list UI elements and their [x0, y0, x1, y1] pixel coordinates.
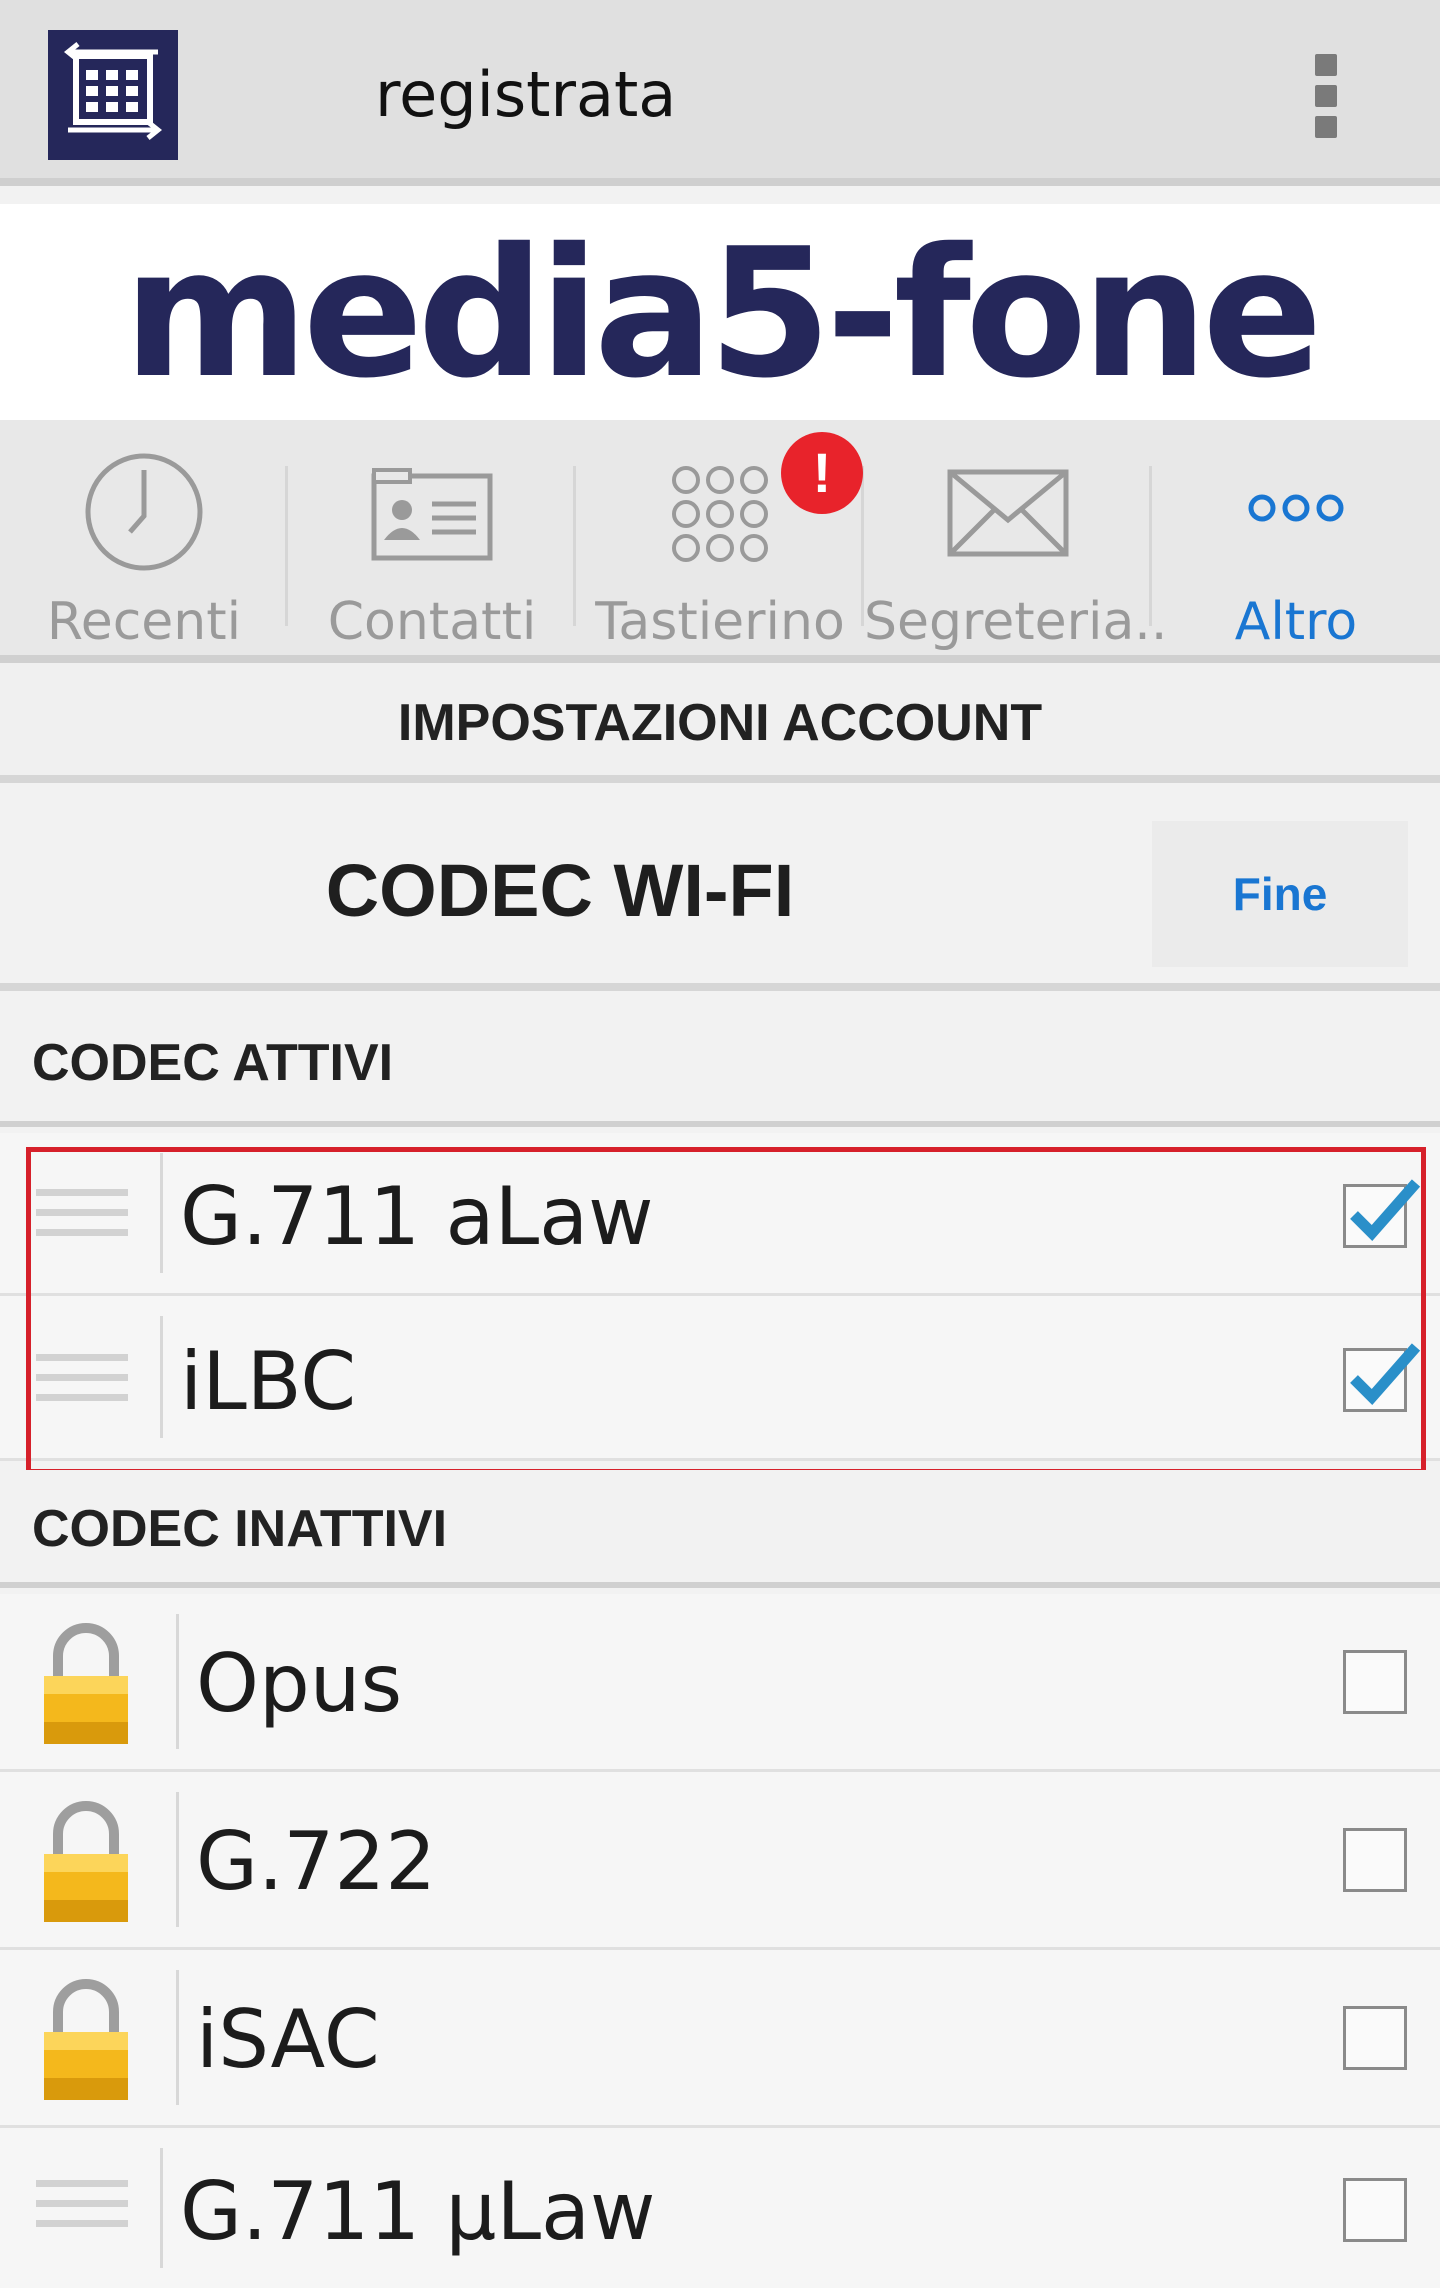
envelope-icon	[946, 468, 1070, 563]
tab-label: Tastierino	[595, 592, 845, 652]
keypad-grid-icon[interactable]	[48, 30, 178, 160]
brand-banner: media5-fone	[0, 204, 1440, 420]
codec-row-inactive[interactable]: G.711 µLaw	[0, 2128, 1440, 2288]
codec-header: CODEC WI-FI Fine	[0, 791, 1440, 991]
codec-checkbox[interactable]	[1343, 2006, 1407, 2070]
tab-altro[interactable]: Altro	[1152, 420, 1440, 655]
clock-icon	[82, 450, 206, 579]
tab-bar: Recenti Contatti Tastierino Segreteria..…	[0, 420, 1440, 663]
tab-label: Recenti	[46, 592, 242, 652]
tab-contatti[interactable]: Contatti	[288, 420, 576, 655]
divider	[160, 1316, 163, 1438]
done-button[interactable]: Fine	[1152, 821, 1408, 967]
tab-label: Segreteria..	[864, 592, 1168, 652]
account-settings-title[interactable]: IMPOSTAZIONI ACCOUNT	[0, 663, 1440, 783]
lock-icon	[38, 1618, 134, 1753]
codec-name: G.722	[196, 1815, 437, 1908]
codec-checkbox[interactable]	[1343, 2178, 1407, 2242]
divider	[176, 1970, 179, 2105]
codec-checkbox[interactable]	[1343, 1343, 1421, 1412]
page-title: CODEC WI-FI	[325, 849, 795, 932]
divider	[160, 1153, 163, 1273]
codec-name: Opus	[196, 1637, 403, 1730]
divider	[176, 1614, 179, 1749]
drag-handle-icon[interactable]	[36, 1189, 128, 1249]
codec-name: iLBC	[180, 1335, 357, 1428]
tab-recenti[interactable]: Recenti	[0, 420, 288, 655]
tab-label: Contatti	[327, 592, 537, 652]
codec-name: G.711 aLaw	[180, 1170, 654, 1263]
codec-row-active[interactable]: G.711 aLaw	[0, 1133, 1440, 1296]
codec-row-inactive[interactable]: iSAC	[0, 1950, 1440, 2128]
inactive-codecs-header: CODEC INATTIVI	[0, 1470, 1440, 1588]
codec-row-inactive[interactable]: Opus	[0, 1594, 1440, 1772]
contact-card-icon	[370, 468, 494, 569]
notification-badge: !	[781, 432, 863, 514]
keypad-icon	[670, 464, 770, 569]
lock-icon	[38, 1796, 134, 1931]
codec-row-inactive[interactable]: G.722	[0, 1772, 1440, 1950]
active-codecs-header: CODEC ATTIVI	[0, 999, 1440, 1127]
codec-checkbox[interactable]	[1343, 1650, 1407, 1714]
overflow-menu-icon[interactable]	[1315, 54, 1343, 138]
tab-label: Altro	[1234, 592, 1358, 652]
codec-checkbox[interactable]	[1343, 1179, 1421, 1248]
tab-segreteria[interactable]: Segreteria..	[864, 420, 1168, 655]
brand-logo: media5-fone	[123, 210, 1323, 417]
codec-name: iSAC	[196, 1993, 380, 2086]
app-title: registrata	[375, 58, 677, 131]
divider	[160, 2148, 163, 2268]
drag-handle-icon[interactable]	[36, 2180, 128, 2240]
more-icon	[1246, 490, 1346, 531]
codec-row-active[interactable]: iLBC	[0, 1296, 1440, 1461]
action-bar: registrata	[0, 0, 1440, 186]
divider	[176, 1792, 179, 1927]
lock-icon	[38, 1974, 134, 2109]
drag-handle-icon[interactable]	[36, 1354, 128, 1414]
codec-checkbox[interactable]	[1343, 1828, 1407, 1892]
codec-name: G.711 µLaw	[180, 2165, 656, 2258]
